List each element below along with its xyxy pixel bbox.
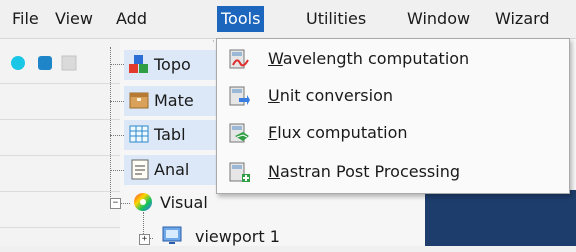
blue-square-icon[interactable] [38, 56, 52, 70]
panel-toolbar-icons [11, 55, 77, 71]
tree-line [110, 64, 124, 65]
menu-item-wavelength-computation[interactable]: Wavelength computation [217, 41, 569, 77]
tree-line [110, 101, 124, 102]
menu-item-flux-computation[interactable]: Flux computation [217, 115, 569, 151]
panel-row-divider [0, 119, 120, 120]
tools-dropdown-menu: Wavelength computation Unit conversion F… [216, 38, 570, 194]
topology-icon [129, 55, 148, 73]
tree-node-materials[interactable]: Mate [154, 86, 194, 116]
tree-node-tables[interactable]: Tabl [154, 120, 186, 150]
menu-tools[interactable]: Tools [217, 6, 265, 32]
viewport-canvas [425, 190, 576, 246]
panel-row-divider [0, 191, 120, 192]
unit-conversion-label: Unit conversion [268, 86, 393, 105]
gray-square-icon[interactable] [61, 55, 77, 71]
unit-conversion-icon [229, 86, 250, 106]
menu-view[interactable]: View [51, 6, 97, 32]
menu-item-nastran-post-processing[interactable]: Nastran Post Processing [217, 154, 569, 190]
menu-window[interactable]: Window [403, 6, 474, 32]
wavelength-computation-label: Wavelength computation [268, 49, 470, 68]
panel-row-divider [0, 83, 120, 84]
tree-node-analysis[interactable]: Anal [154, 155, 189, 185]
nastran-post-processing-icon [229, 162, 250, 182]
panel-row-divider [0, 155, 120, 156]
color-wheel-icon [134, 193, 152, 211]
table-icon [129, 125, 149, 143]
nastran-post-processing-label: Nastran Post Processing [268, 162, 460, 181]
tree-node-topo[interactable]: Topo [154, 50, 191, 80]
menu-item-unit-conversion[interactable]: Unit conversion [217, 78, 569, 114]
menu-add[interactable]: Add [112, 6, 151, 32]
tree-node-visual[interactable]: Visual [160, 188, 208, 218]
expand-toggle[interactable]: + [139, 234, 150, 245]
cyan-circle-icon[interactable] [11, 56, 25, 70]
tree-line [110, 170, 124, 171]
tree-line [110, 47, 111, 209]
viewport-icon [162, 226, 182, 244]
panel-row-divider [0, 227, 120, 228]
menu-utilities[interactable]: Utilities [302, 6, 370, 32]
analysis-document-icon [131, 159, 149, 180]
tree-line [110, 135, 124, 136]
flux-computation-icon [229, 123, 249, 143]
menu-file[interactable]: File [8, 6, 43, 32]
collapse-toggle[interactable]: − [110, 198, 121, 209]
menu-bar: File View Add Tools Utilities Window Wiz… [0, 0, 576, 39]
tree-node-viewport[interactable]: viewport 1 [195, 222, 280, 252]
flux-computation-label: Flux computation [268, 123, 408, 142]
materials-icon [129, 92, 149, 109]
wavelength-icon [229, 49, 249, 69]
menu-wizard[interactable]: Wizard [491, 6, 554, 32]
